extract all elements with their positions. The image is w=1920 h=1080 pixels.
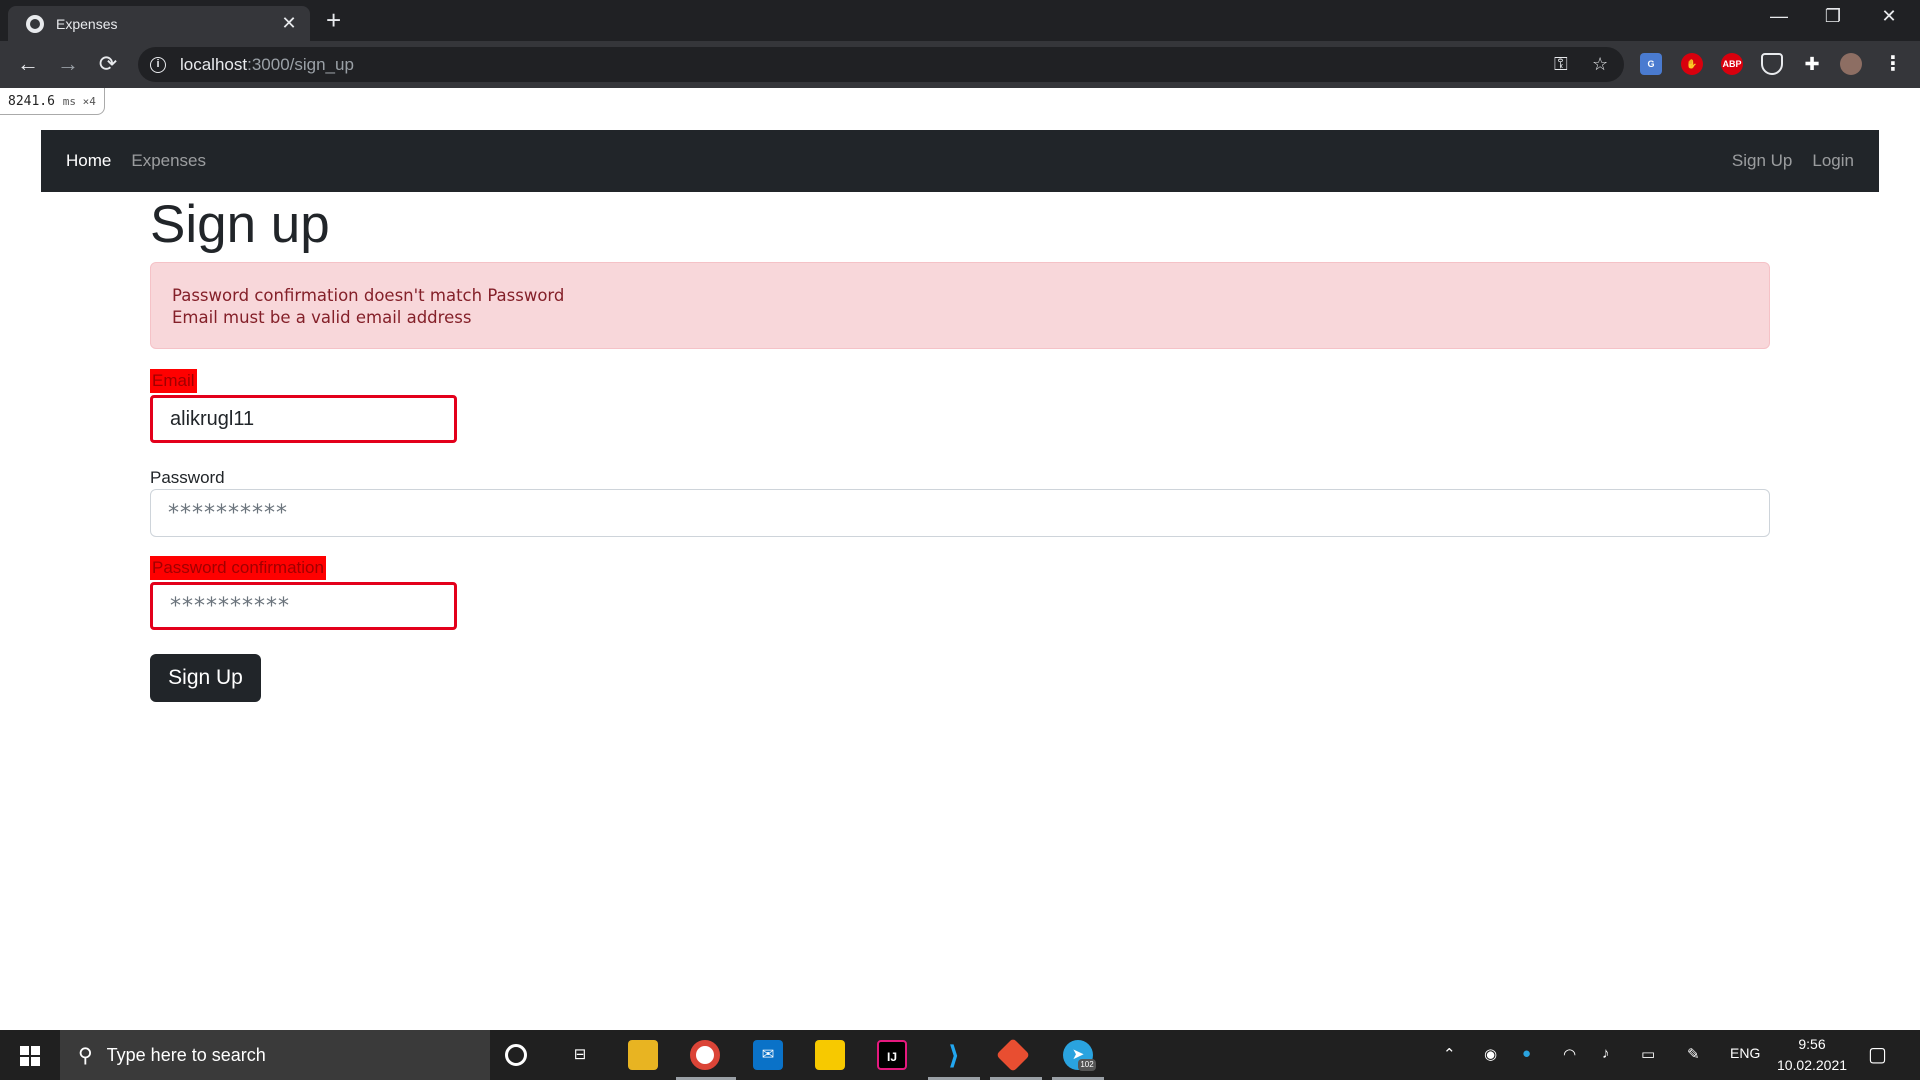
windows-logo-icon xyxy=(20,1046,29,1055)
cortana-icon[interactable] xyxy=(505,1044,527,1066)
performance-overlay: 8241.6 ms ×4 xyxy=(0,88,105,115)
back-button[interactable]: ← xyxy=(14,52,42,76)
volume-icon[interactable]: ♪ xyxy=(1602,1045,1610,1062)
password-confirmation-field[interactable]: ********** xyxy=(150,582,457,630)
sign-up-button[interactable]: Sign Up xyxy=(150,654,261,702)
discord-icon[interactable]: ◉ xyxy=(1484,1045,1497,1063)
git-icon[interactable] xyxy=(996,1038,1030,1072)
tab-title: Expenses xyxy=(56,15,118,32)
password-value: ********** xyxy=(168,500,288,526)
browser-tabstrip: Expenses ✕ + — ❐ ✕ xyxy=(0,0,1920,41)
new-tab-button[interactable]: + xyxy=(326,6,341,34)
vscode-icon[interactable]: ⟩ xyxy=(939,1040,969,1070)
nav-login-link[interactable]: Login xyxy=(1802,151,1864,171)
error-alert: Password confirmation doesn't match Pass… xyxy=(150,262,1770,349)
taskbar-clock[interactable]: 9:56 10.02.2021 xyxy=(1772,1034,1852,1076)
password-confirmation-label: Password confirmation xyxy=(150,556,326,580)
key-icon[interactable]: ⚿ xyxy=(1554,54,1568,75)
nav-home-link[interactable]: Home xyxy=(56,151,121,171)
password-label: Password xyxy=(150,468,225,487)
forward-button[interactable]: → xyxy=(54,52,82,76)
extensions-puzzle-icon[interactable]: ✚ xyxy=(1801,53,1823,75)
nav-signup-link[interactable]: Sign Up xyxy=(1722,151,1802,171)
reload-button[interactable]: ⟳ xyxy=(94,52,122,76)
file-explorer-icon[interactable] xyxy=(628,1040,658,1070)
address-bar[interactable]: i localhost:3000/sign_up ⚿ ☆ xyxy=(138,47,1624,82)
wifi-icon[interactable]: ◠ xyxy=(1563,1045,1576,1063)
globe-icon xyxy=(26,14,44,33)
search-icon: ⚲ xyxy=(78,1044,93,1067)
search-placeholder: Type here to search xyxy=(106,1044,266,1065)
start-button[interactable] xyxy=(0,1030,60,1080)
chrome-icon[interactable] xyxy=(690,1040,720,1070)
site-navbar: Home Expenses Sign Up Login xyxy=(41,130,1879,192)
clock-date: 10.02.2021 xyxy=(1776,1057,1848,1073)
bookmark-star-icon[interactable]: ☆ xyxy=(1592,54,1608,75)
browser-menu-icon[interactable]: ⋮ xyxy=(1882,53,1904,75)
taskbar-search[interactable]: ⚲ Type here to search xyxy=(60,1030,490,1080)
adblock-extension-icon[interactable]: ✋ xyxy=(1681,53,1703,75)
error-message: Email must be a valid email address xyxy=(172,308,472,327)
pen-icon[interactable]: ✎ xyxy=(1687,1045,1700,1063)
site-info-icon[interactable]: i xyxy=(150,56,166,73)
browser-toolbar: ← → ⟳ i localhost:3000/sign_up ⚿ ☆ G ✋ A… xyxy=(0,41,1920,88)
minimize-button[interactable]: — xyxy=(1756,6,1802,27)
clock-time: 9:56 xyxy=(1798,1036,1826,1052)
email-label: Email xyxy=(150,369,197,393)
restore-button[interactable]: ❐ xyxy=(1810,6,1856,27)
notifications-icon[interactable]: ▢ xyxy=(1868,1042,1887,1067)
url-text[interactable]: localhost:3000/sign_up xyxy=(180,55,354,75)
battery-icon[interactable]: ▭ xyxy=(1641,1045,1655,1063)
telegram-tray-icon[interactable]: ● xyxy=(1522,1045,1531,1062)
language-indicator[interactable]: ENG xyxy=(1730,1045,1760,1061)
show-hidden-icons-icon[interactable]: ⌃ xyxy=(1443,1045,1456,1063)
page-title: Sign up xyxy=(150,195,330,254)
telegram-badge: 102 xyxy=(1078,1059,1096,1071)
browser-tab[interactable]: Expenses ✕ xyxy=(8,6,310,41)
sticky-notes-icon[interactable] xyxy=(815,1040,845,1070)
email-field[interactable]: alikrugl11 xyxy=(150,395,457,443)
close-tab-icon[interactable]: ✕ xyxy=(280,13,298,34)
translate-extension-icon[interactable]: G xyxy=(1640,53,1662,75)
profile-avatar[interactable] xyxy=(1840,53,1862,75)
nav-expenses-link[interactable]: Expenses xyxy=(121,151,216,171)
error-message: Password confirmation doesn't match Pass… xyxy=(172,286,565,305)
windows-taskbar: ⚲ Type here to search ⊟ ✉ IJ ⟩ ➤ 102 ⌃ ◉… xyxy=(0,1030,1920,1080)
task-view-icon[interactable]: ⊟ xyxy=(565,1040,595,1070)
password-field[interactable]: ********** xyxy=(150,489,1770,537)
password-confirmation-value: ********** xyxy=(170,593,290,619)
intellij-icon[interactable]: IJ xyxy=(877,1040,907,1070)
abp-extension-icon[interactable]: ABP xyxy=(1721,53,1743,75)
close-window-button[interactable]: ✕ xyxy=(1866,6,1912,27)
shield-extension-icon[interactable] xyxy=(1761,53,1783,75)
mail-icon[interactable]: ✉ xyxy=(753,1040,783,1070)
email-value: alikrugl11 xyxy=(170,407,255,430)
